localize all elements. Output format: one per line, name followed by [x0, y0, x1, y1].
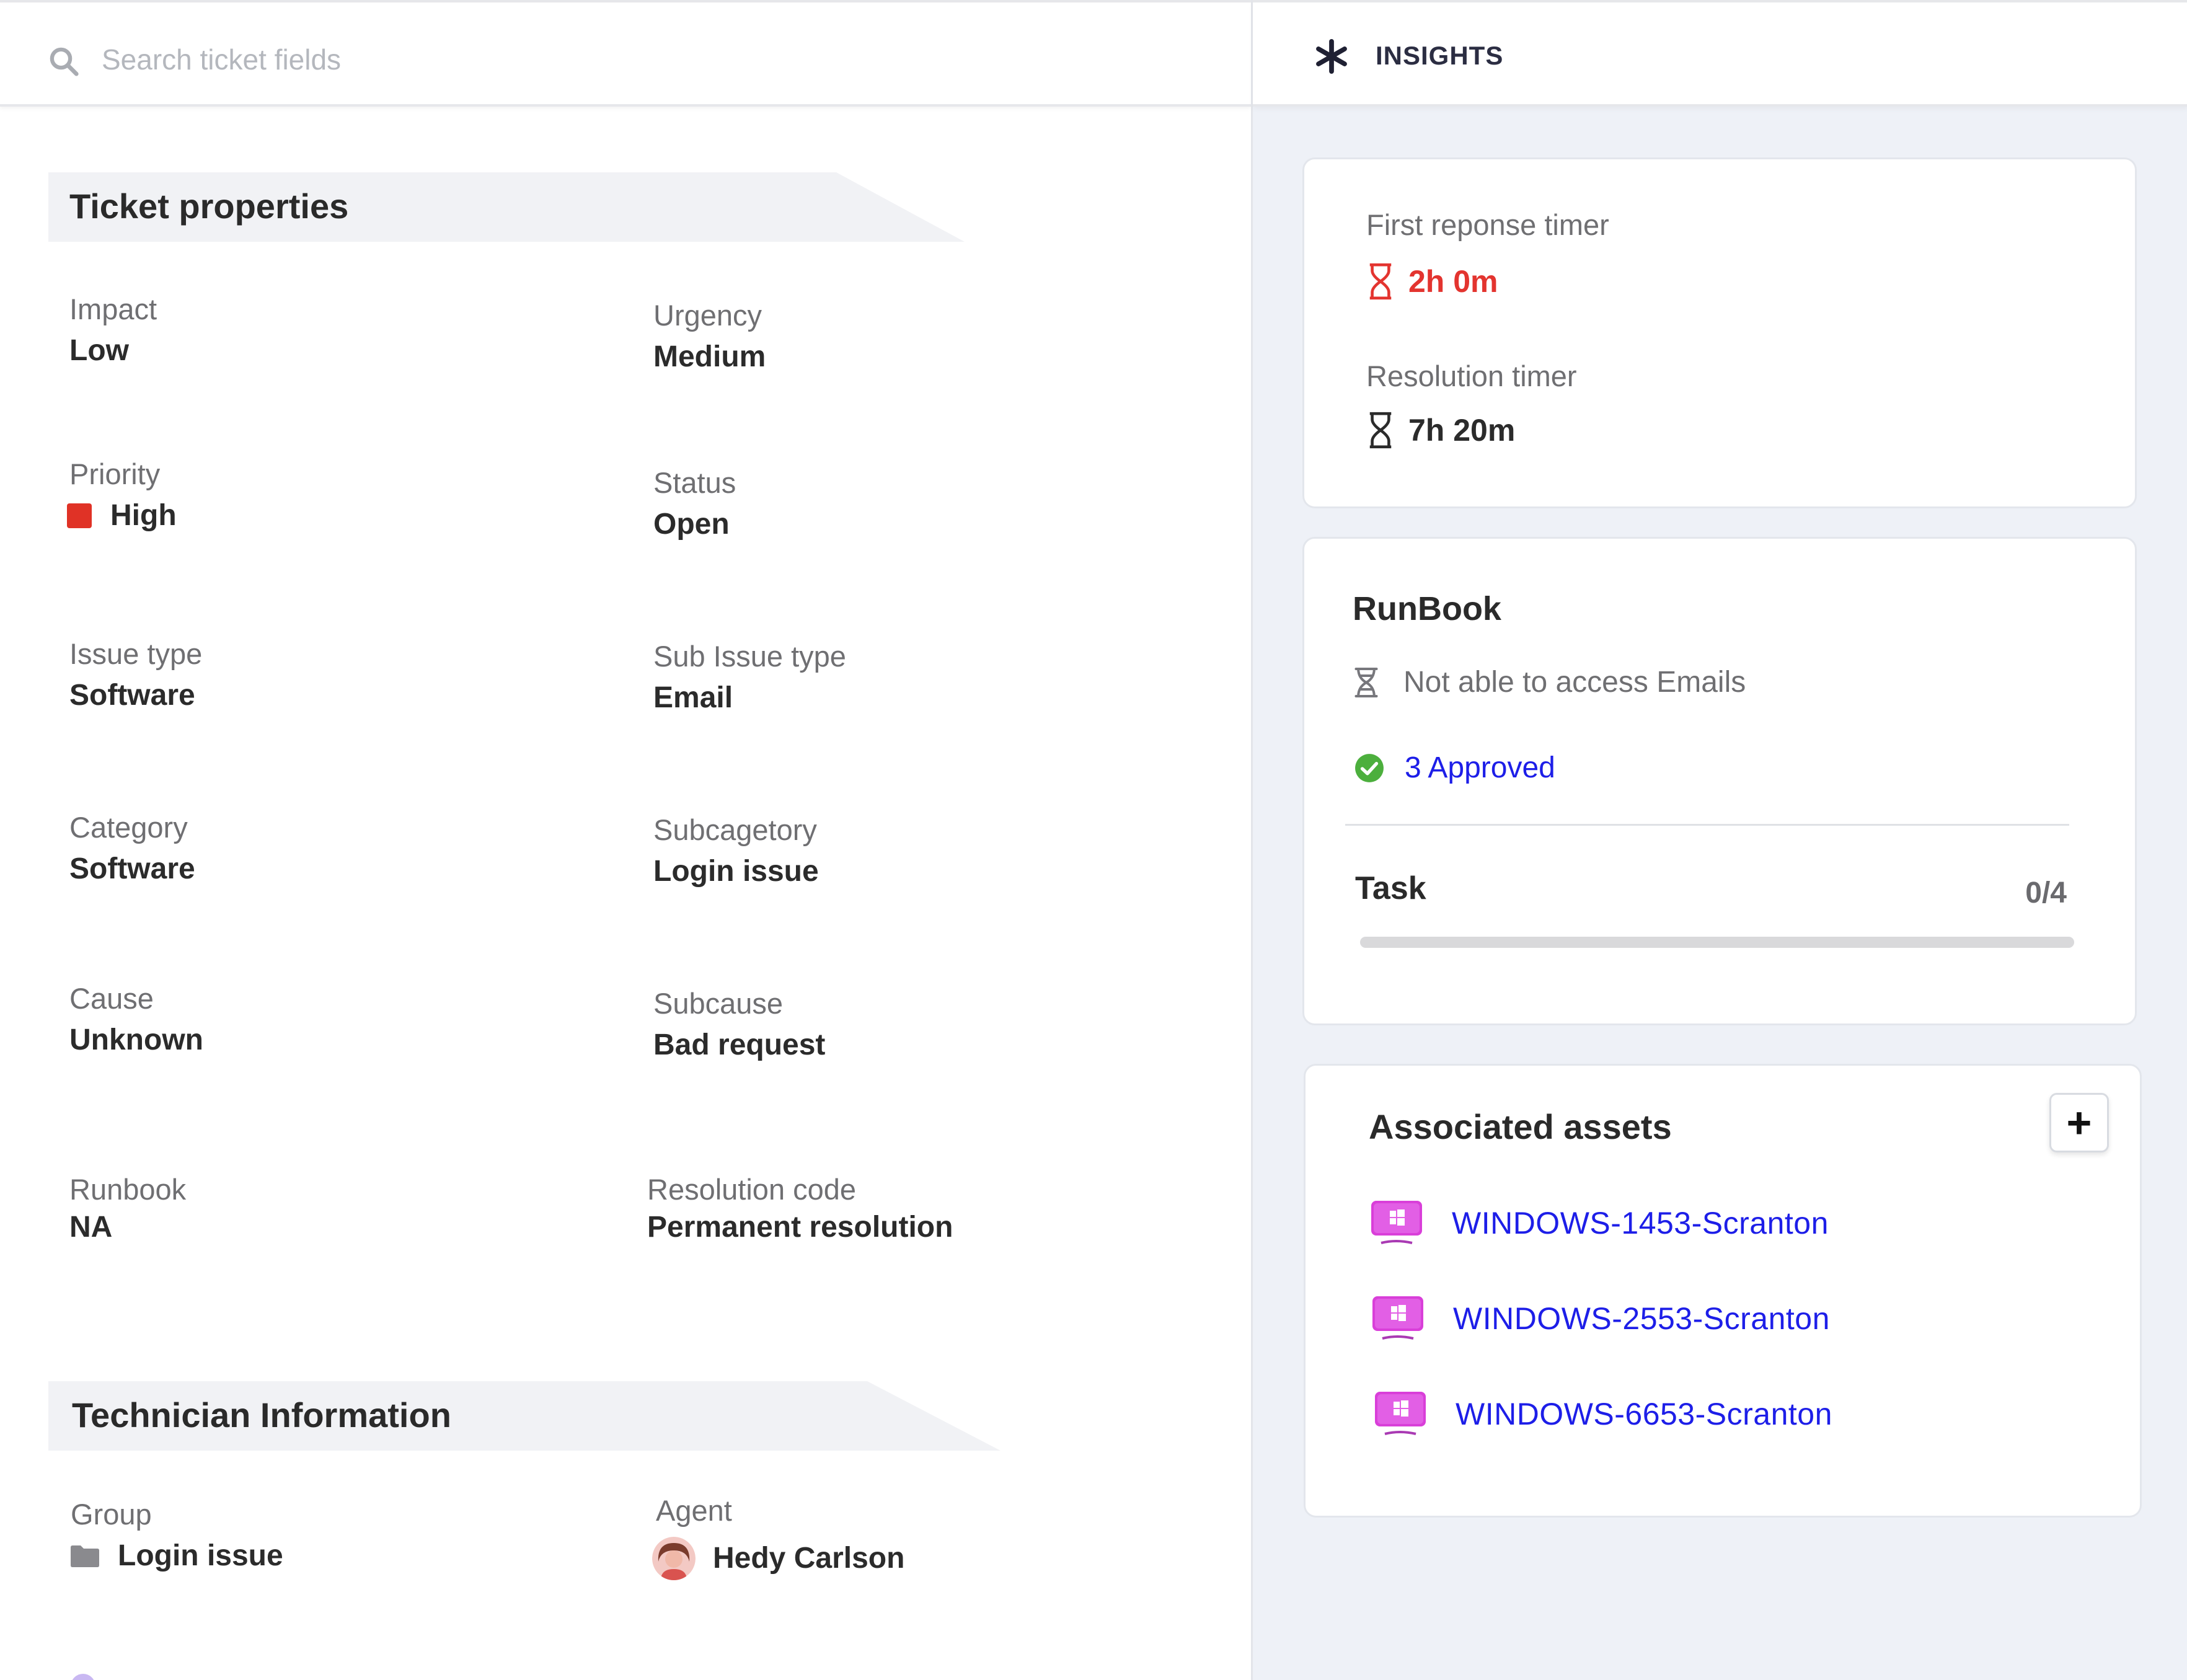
check-circle-icon — [1355, 753, 1384, 782]
category-field[interactable]: Category Software — [69, 810, 195, 888]
field-value: Bad request — [653, 1028, 826, 1061]
field-label: Resolution code — [647, 1173, 857, 1206]
runbook-title: RunBook — [1353, 590, 1501, 627]
field-value: Hedy Carlson — [652, 1536, 905, 1580]
field-value: Login issue — [653, 854, 819, 888]
resolution-timer-label: Resolution timer — [1366, 360, 1577, 392]
section-title: Ticket properties — [69, 187, 349, 226]
priority-value: High — [110, 498, 177, 532]
first-response-timer-text: 2h 0m — [1408, 264, 1498, 299]
technician-information-header: Technician Information — [48, 1381, 1001, 1451]
field-value: NA — [69, 1210, 113, 1244]
ticket-properties-header: Ticket properties — [48, 172, 965, 242]
resolution-code-field[interactable]: Resolution code Permanent resolution — [647, 1172, 953, 1247]
timers-card: First reponse timer 2h 0m Resolution tim… — [1302, 157, 2137, 508]
field-label: Impact — [69, 293, 157, 325]
associated-assets-card: Associated assets + WINDOWS-1453-Scranto… — [1304, 1064, 2142, 1518]
runbook-approved[interactable]: 3 Approved — [1354, 751, 1555, 785]
field-label: Sub Issue type — [653, 640, 846, 673]
sub-issue-type-field[interactable]: Sub Issue type Email — [653, 639, 846, 717]
field-value: Medium — [653, 340, 766, 373]
add-asset-button[interactable]: + — [2049, 1093, 2109, 1152]
runbook-card: RunBook Not able to access Emails 3 Appr… — [1302, 537, 2137, 1025]
field-value: High — [67, 497, 177, 535]
field-label: Runbook — [69, 1173, 187, 1206]
subcategory-field[interactable]: Subcagetory Login issue — [653, 812, 819, 891]
agent-field[interactable]: Agent Hedy Carlson — [652, 1493, 904, 1580]
field-label: Subcagetory — [653, 813, 817, 846]
ticket-fields-panel: Ticket properties Impact Low Urgency Med… — [0, 0, 1251, 1680]
runbook-divider — [1345, 824, 2069, 826]
field-label: Category — [69, 811, 188, 844]
resolution-timer-text: 7h 20m — [1408, 413, 1516, 448]
task-progress-bar — [1360, 937, 2074, 948]
top-border — [1253, 0, 2187, 2]
task-label: Task — [1355, 870, 1426, 906]
associated-assets-title: Associated assets — [1369, 1107, 1672, 1146]
insights-header: INSIGHTS — [1253, 0, 2187, 107]
field-value: Software — [69, 678, 195, 712]
windows-device-icon — [1375, 1392, 1426, 1435]
asset-link[interactable]: WINDOWS-1453-Scranton — [1452, 1205, 1829, 1241]
avatar — [652, 1536, 696, 1580]
runbook-item-text: Not able to access Emails — [1403, 666, 1746, 699]
search-input[interactable] — [102, 35, 1094, 84]
group-value: Login issue — [118, 1539, 283, 1572]
asset-link[interactable]: WINDOWS-6653-Scranton — [1456, 1396, 1832, 1432]
field-label: Urgency — [653, 299, 762, 332]
first-response-timer-value: 2h 0m — [1366, 262, 1498, 301]
runbook-approved-text: 3 Approved — [1405, 751, 1555, 784]
insights-panel: INSIGHTS First reponse timer 2h 0m Resol… — [1251, 0, 2187, 1680]
field-label: Issue type — [69, 637, 203, 670]
task-count: 0/4 — [2025, 877, 2067, 909]
field-label: Group — [71, 1498, 152, 1531]
search-icon — [50, 47, 79, 76]
field-label: Subcause — [653, 987, 784, 1020]
field-value: Software — [69, 852, 195, 885]
urgency-field[interactable]: Urgency Medium — [653, 298, 766, 376]
search-bar — [0, 2, 1251, 107]
asterisk-icon — [1316, 38, 1347, 74]
agent-value: Hedy Carlson — [713, 1541, 905, 1575]
subcause-field[interactable]: Subcause Bad request — [653, 986, 825, 1064]
asset-item[interactable]: WINDOWS-2553-Scranton — [1370, 1294, 1830, 1343]
windows-device-icon — [1372, 1296, 1423, 1340]
field-value: Login issue — [69, 1537, 283, 1575]
field-label: Agent — [656, 1494, 732, 1527]
insights-title: INSIGHTS — [1376, 41, 1504, 70]
runbook-item[interactable]: Not able to access Emails — [1353, 665, 1746, 699]
runbook-field[interactable]: Runbook NA — [69, 1172, 186, 1247]
dna-icon — [1354, 667, 1378, 697]
issue-type-field[interactable]: Issue type Software — [69, 636, 202, 715]
hourglass-icon — [1369, 263, 1392, 300]
hourglass-icon — [1369, 412, 1392, 449]
asset-item[interactable]: WINDOWS-1453-Scranton — [1369, 1198, 1829, 1248]
cause-field[interactable]: Cause Unknown — [69, 981, 203, 1059]
next-field-icon-partial — [71, 1674, 95, 1680]
priority-field[interactable]: Priority High — [67, 456, 177, 535]
field-label: Priority — [69, 458, 161, 490]
asset-link[interactable]: WINDOWS-2553-Scranton — [1453, 1301, 1830, 1337]
field-value: Email — [653, 681, 733, 714]
group-field[interactable]: Group Login issue — [69, 1497, 283, 1575]
field-label: Status — [653, 466, 736, 499]
field-value: Low — [69, 334, 129, 367]
folder-icon — [71, 1545, 99, 1567]
field-value: Unknown — [69, 1023, 203, 1056]
field-value: Open — [653, 507, 730, 541]
field-label: Cause — [69, 982, 154, 1015]
status-field[interactable]: Status Open — [653, 465, 736, 544]
priority-indicator — [67, 503, 92, 528]
section-title: Technician Information — [72, 1395, 451, 1435]
resolution-timer-value: 7h 20m — [1366, 411, 1515, 449]
field-value: Permanent resolution — [647, 1210, 953, 1244]
asset-item[interactable]: WINDOWS-6653-Scranton — [1372, 1389, 1832, 1439]
windows-device-icon — [1371, 1201, 1422, 1244]
first-response-timer-label: First reponse timer — [1366, 208, 1609, 241]
impact-field[interactable]: Impact Low — [69, 291, 157, 370]
